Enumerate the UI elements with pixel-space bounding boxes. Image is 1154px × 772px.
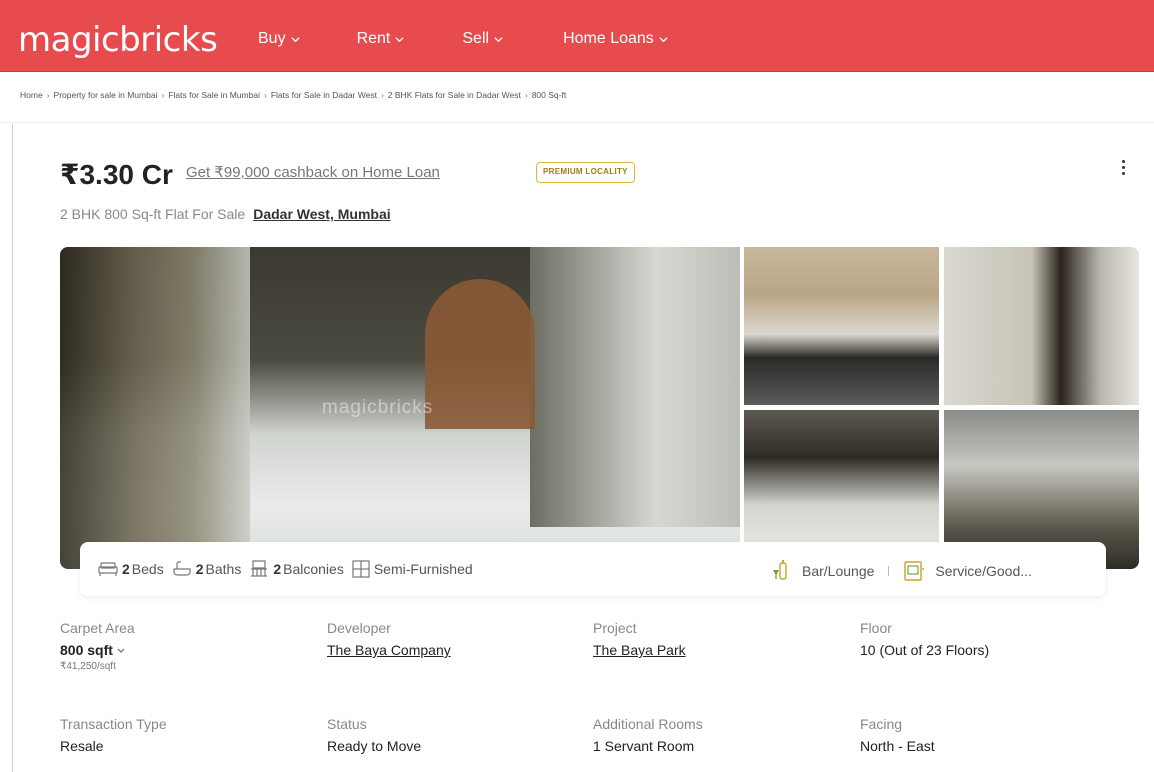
listing-type: 2 BHK 800 Sq-ft Flat For Sale [60, 206, 246, 222]
breadcrumb-flats-mumbai[interactable]: Flats for Sale in Mumbai [168, 90, 260, 100]
thumbnail-photo-kitchen[interactable] [744, 247, 939, 405]
bed-icon [98, 562, 118, 576]
transaction-value: Resale [60, 738, 104, 754]
facing-label: Facing [860, 716, 903, 732]
photo-gallery: magicbricks [60, 247, 1139, 569]
furnishing-label: Semi-Furnished [373, 561, 473, 577]
breadcrumb-separator: › [524, 90, 528, 100]
developer-link[interactable]: The Baya Company [327, 642, 577, 658]
furnishing-info: Semi-Furnished [352, 560, 473, 578]
transaction-cell: Transaction Type Resale [60, 716, 310, 754]
balconies-count: 2 [273, 561, 282, 577]
header-divider [0, 122, 1154, 123]
additional-rooms-label: Additional Rooms [593, 716, 703, 732]
breadcrumb-2bhk-dadar-west[interactable]: 2 BHK Flats for Sale in Dadar West [388, 90, 521, 100]
service-lift-label: Service/Good... [935, 563, 1032, 579]
nav-rent[interactable]: Rent [357, 30, 405, 48]
bar-lounge-icon [773, 560, 787, 580]
beds-info: 2 Beds [98, 561, 164, 577]
floor-cell: Floor 10 (Out of 23 Floors) [860, 620, 1110, 658]
nav-sell-label: Sell [462, 30, 490, 47]
project-label: Project [593, 620, 637, 636]
nav-home-loans[interactable]: Home Loans [563, 30, 668, 48]
breadcrumb-separator: › [380, 90, 384, 100]
listing-location-link[interactable]: Dadar West, Mumbai [253, 206, 390, 222]
photo-detail [60, 247, 250, 569]
furniture-icon [352, 560, 370, 578]
service-lift-icon [904, 561, 925, 581]
listing-subtitle: 2 BHK 800 Sq-ft Flat For Sale Dadar West… [60, 206, 391, 222]
main-photo-living-room[interactable]: magicbricks [60, 247, 740, 569]
photo-detail [425, 279, 535, 429]
chevron-down-icon [659, 36, 668, 42]
carpet-area-value[interactable]: 800 sqft [60, 642, 310, 658]
transaction-label: Transaction Type [60, 716, 167, 732]
photo-detail [530, 247, 740, 527]
additional-rooms-value: 1 Servant Room [593, 738, 695, 754]
baths-label: Baths [205, 561, 242, 577]
chevron-down-icon [291, 36, 300, 42]
price-per-sqft: ₹41,250/sqft [60, 661, 116, 672]
chevron-down-icon [494, 36, 503, 42]
facing-value: North - East [860, 738, 935, 754]
balconies-info: 2 Balconies [249, 560, 344, 578]
status-value: Ready to Move [327, 738, 422, 754]
floor-value: 10 (Out of 23 Floors) [860, 642, 990, 658]
listing-price: ₹3.30 Cr [60, 159, 173, 190]
beds-label: Beds [131, 561, 164, 577]
project-cell: Project The Baya Park [593, 620, 843, 658]
breadcrumb: Home › Property for sale in Mumbai › Fla… [20, 90, 566, 100]
status-label: Status [327, 716, 367, 732]
beds-count: 2 [122, 561, 130, 577]
nav-buy[interactable]: Buy [258, 30, 300, 48]
nav-buy-label: Buy [258, 30, 286, 47]
extra-amenities: Bar/Lounge Service/Good... [770, 560, 1032, 582]
developer-label: Developer [327, 620, 391, 636]
carpet-area-label: Carpet Area [60, 620, 135, 636]
breadcrumb-home[interactable]: Home [20, 90, 43, 100]
floor-label: Floor [860, 620, 892, 636]
breadcrumb-property-mumbai[interactable]: Property for sale in Mumbai [54, 90, 158, 100]
breadcrumb-separator: › [161, 90, 165, 100]
magicbricks-logo[interactable]: magicbricks [18, 20, 218, 60]
top-navigation-bar: magicbricks Buy Rent Sell Home Loans [0, 0, 1154, 72]
developer-cell: Developer The Baya Company [327, 620, 577, 658]
nav-home-loans-label: Home Loans [563, 30, 654, 47]
bathtub-icon [173, 561, 191, 576]
carpet-area-text: 800 sqft [60, 642, 113, 658]
breadcrumb-separator: › [46, 90, 50, 100]
balconies-label: Balconies [283, 561, 344, 577]
additional-rooms-cell: Additional Rooms 1 Servant Room [593, 716, 843, 754]
breadcrumb-separator: › [263, 90, 267, 100]
thumbnail-photo-kitchen-2[interactable] [944, 247, 1139, 405]
cashback-link[interactable]: Get ₹99,000 cashback on Home Loan [186, 163, 440, 181]
chevron-down-icon [395, 36, 404, 42]
more-options-icon[interactable] [1118, 158, 1128, 180]
nav-sell[interactable]: Sell [462, 30, 503, 48]
status-cell: Status Ready to Move [327, 716, 577, 754]
premium-locality-badge: PREMIUM LOCALITY [536, 162, 635, 183]
amenity-divider [888, 566, 890, 576]
main-nav: Buy Rent Sell Home Loans [258, 30, 668, 48]
facing-cell: Facing North - East [860, 716, 1110, 754]
photo-watermark: magicbricks [322, 397, 434, 418]
left-border [12, 124, 13, 772]
baths-count: 2 [195, 561, 204, 577]
nav-rent-label: Rent [356, 30, 391, 47]
baths-info: 2 Baths [172, 561, 242, 577]
bar-lounge-label: Bar/Lounge [802, 563, 875, 579]
amenities-bar: 2 Beds 2 Baths 2 Balconies Semi-Furnishe… [80, 542, 1106, 596]
breadcrumb-current: 800 Sq-ft [531, 90, 567, 100]
chevron-down-icon [117, 648, 125, 653]
carpet-area-cell: Carpet Area 800 sqft ₹41,250/sqft [60, 620, 310, 672]
project-link[interactable]: The Baya Park [593, 642, 843, 658]
balcony-icon [251, 560, 268, 577]
breadcrumb-flats-dadar-west[interactable]: Flats for Sale in Dadar West [271, 90, 377, 100]
